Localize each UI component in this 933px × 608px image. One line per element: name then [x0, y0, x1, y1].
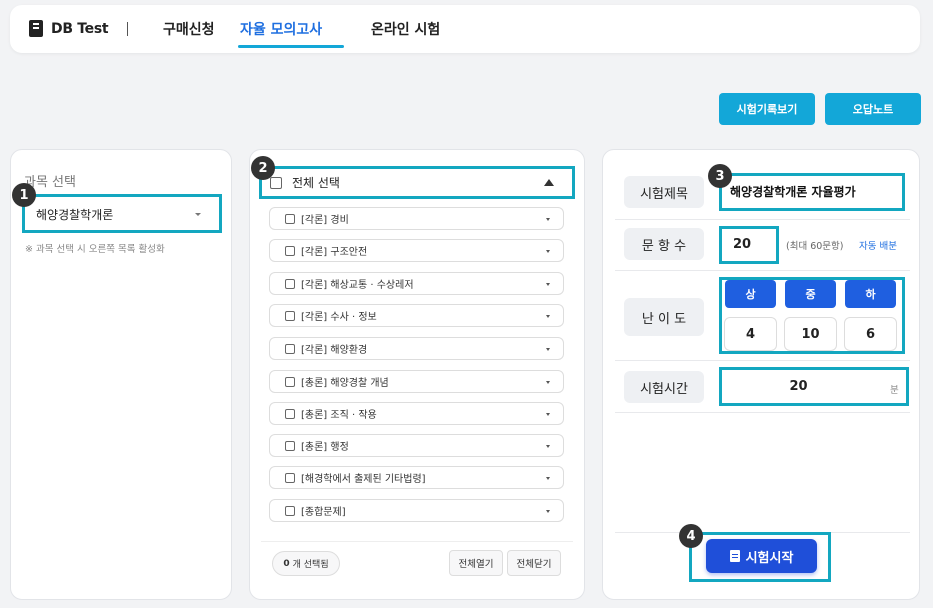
chapter-checkbox[interactable] [285, 343, 295, 354]
auto-distribute-link[interactable]: 자동 배분 [859, 238, 897, 252]
chapter-label: [해경학에서 출제된 기타법령] [301, 474, 426, 485]
chevron-down-icon[interactable] [546, 250, 550, 253]
chapter-label: [총론] 조직 · 작용 [301, 410, 377, 421]
chevron-down-icon[interactable] [546, 477, 550, 480]
chapter-label: [각론] 경비 [301, 215, 349, 226]
top-nav: DB Test 구매신청 자율 모의고사 온라인 시험 [10, 5, 920, 53]
highlight-frame-difficulty [719, 277, 905, 354]
chapter-label: [각론] 해상교통 · 수상레저 [301, 280, 414, 291]
chapter-checkbox[interactable] [285, 505, 295, 516]
chevron-down-icon[interactable] [546, 315, 550, 318]
chevron-down-icon[interactable] [546, 218, 550, 221]
chevron-down-icon[interactable] [546, 445, 550, 448]
collapse-all-button[interactable]: 전체닫기 [507, 550, 561, 576]
divider [615, 219, 910, 220]
chapter-item[interactable]: [총론] 조직 · 작용 [269, 402, 564, 425]
chapter-checkbox[interactable] [285, 440, 295, 451]
chapter-panel: 전체 선택 [각론] 경비 [각론] 구조안전 [각론] 해상교통 · 수상레저… [249, 149, 585, 600]
chapter-label: [각론] 구조안전 [301, 247, 368, 258]
chapter-checkbox[interactable] [285, 278, 295, 289]
expand-all-button[interactable]: 전체열기 [449, 550, 503, 576]
subject-panel: 과목 선택 해양경찰학개론 ※ 과목 선택 시 오른쪽 목록 활성화 [10, 149, 232, 600]
chevron-down-icon[interactable] [546, 381, 550, 384]
highlight-frame-3 [719, 173, 905, 211]
chevron-down-icon[interactable] [546, 510, 550, 513]
chapter-checkbox[interactable] [285, 376, 295, 387]
exam-title-label: 시험제목 [624, 176, 704, 208]
chapter-label: [종합문제] [301, 507, 346, 518]
subject-hint: ※ 과목 선택 시 오른쪽 목록 활성화 [25, 244, 165, 255]
highlight-frame-time [719, 367, 909, 406]
question-count-label: 문 항 수 [624, 228, 704, 260]
difficulty-label: 난 이 도 [624, 298, 704, 336]
max-questions-note: (최대 60문항) [786, 241, 844, 252]
selected-count-label: 개 선택됨 [292, 560, 329, 570]
document-icon [29, 20, 43, 37]
highlight-frame-2 [259, 166, 575, 199]
tab-purchase[interactable]: 구매신청 [163, 19, 215, 39]
divider [615, 270, 910, 271]
chapter-label: [총론] 해양경찰 개념 [301, 378, 389, 389]
step-badge-3: 3 [708, 164, 732, 188]
step-badge-1: 1 [12, 183, 36, 207]
chevron-down-icon[interactable] [546, 348, 550, 351]
divider [615, 360, 910, 361]
logo[interactable]: DB Test [29, 20, 109, 37]
step-badge-4: 4 [679, 524, 703, 548]
selected-count-badge: 0 개 선택됨 [272, 551, 340, 576]
chapter-item[interactable]: [각론] 경비 [269, 207, 564, 230]
chapter-item[interactable]: [각론] 수사 · 정보 [269, 304, 564, 327]
chevron-down-icon[interactable] [546, 283, 550, 286]
chapter-checkbox[interactable] [285, 472, 295, 483]
step-badge-2: 2 [251, 156, 275, 180]
highlight-frame-4 [689, 532, 831, 582]
chapter-item[interactable]: [해경학에서 출제된 기타법령] [269, 466, 564, 489]
tab-self-mock-exam[interactable]: 자율 모의고사 [240, 19, 322, 39]
chapter-item[interactable]: [각론] 구조안전 [269, 239, 564, 262]
highlight-frame-count [719, 226, 779, 264]
chapter-item[interactable]: [총론] 해양경찰 개념 [269, 370, 564, 393]
chapter-label: [각론] 해양환경 [301, 345, 368, 356]
chapter-checkbox[interactable] [285, 245, 295, 256]
chapter-checkbox[interactable] [285, 310, 295, 321]
exam-time-label: 시험시간 [624, 371, 704, 403]
highlight-frame-1 [22, 194, 222, 233]
nav-divider [127, 22, 128, 36]
chevron-down-icon[interactable] [546, 413, 550, 416]
tab-online-exam[interactable]: 온라인 시험 [371, 19, 440, 39]
chapter-item[interactable]: [총론] 행정 [269, 434, 564, 457]
exam-history-button[interactable]: 시험기록보기 [719, 93, 815, 125]
logo-text: DB Test [51, 20, 109, 37]
chapter-item[interactable]: [각론] 해상교통 · 수상레저 [269, 272, 564, 295]
chapter-item[interactable]: [종합문제] [269, 499, 564, 522]
divider [615, 412, 910, 413]
divider [261, 541, 573, 542]
selected-count-number: 0 [283, 558, 290, 569]
chapter-checkbox[interactable] [285, 408, 295, 419]
chapter-checkbox[interactable] [285, 213, 295, 224]
chapter-label: [각론] 수사 · 정보 [301, 312, 377, 323]
wrong-answer-note-button[interactable]: 오답노트 [825, 93, 921, 125]
chapter-label: [총론] 행정 [301, 442, 349, 453]
active-tab-indicator [238, 45, 344, 48]
chapter-item[interactable]: [각론] 해양환경 [269, 337, 564, 360]
exam-settings-panel: 시험제목 해양경찰학개론 자율평가 문 항 수 20 (최대 60문항) 자동 … [602, 149, 920, 600]
